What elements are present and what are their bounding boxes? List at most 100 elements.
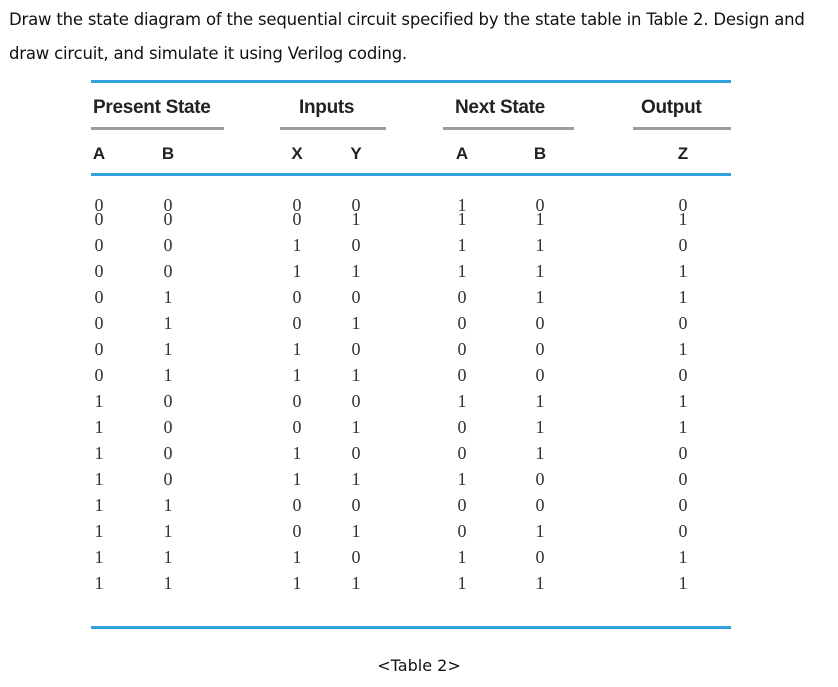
cell-present-a: 1 <box>94 443 104 463</box>
cell-present-a: 0 <box>94 287 104 307</box>
table-row: 1 1 0 1 0 1 0 <box>91 521 731 545</box>
table-row: 0 1 0 0 0 1 1 <box>91 287 731 311</box>
cell-input-x: 0 <box>292 287 302 307</box>
cell-present-a: 0 <box>94 365 104 385</box>
cell-input-y: 0 <box>351 443 361 463</box>
cell-next-b: 0 <box>535 365 545 385</box>
cell-output-z: 0 <box>678 443 688 463</box>
cell-present-b: 0 <box>163 469 173 489</box>
table-row: 1 0 0 1 0 1 1 <box>91 417 731 441</box>
cell-input-y: 1 <box>351 521 361 541</box>
cell-present-b: 0 <box>163 417 173 437</box>
cell-next-b: 0 <box>535 547 545 567</box>
cell-present-a: 1 <box>94 469 104 489</box>
cell-input-x: 0 <box>292 417 302 437</box>
cell-input-x: 0 <box>292 495 302 515</box>
cell-next-a: 1 <box>457 547 467 567</box>
cell-next-b: 0 <box>535 469 545 489</box>
cell-output-z: 0 <box>678 521 688 541</box>
cell-next-a: 1 <box>457 261 467 281</box>
group-header-output: Output <box>641 97 702 118</box>
cell-output-z: 0 <box>678 313 688 333</box>
cell-next-b: 0 <box>535 313 545 333</box>
cell-next-b: 0 <box>535 495 545 515</box>
cell-input-y: 1 <box>351 365 361 385</box>
cell-input-x: 1 <box>292 261 302 281</box>
cell-input-y: 1 <box>351 209 361 229</box>
table-row: 0 0 1 0 1 1 0 <box>91 235 731 259</box>
cell-present-b: 0 <box>163 391 173 411</box>
col-header-present-a: A <box>92 144 106 163</box>
cell-present-a: 0 <box>94 261 104 281</box>
cell-present-a: 0 <box>94 313 104 333</box>
table-row: 0 1 1 1 0 0 0 <box>91 365 731 389</box>
cell-output-z: 0 <box>678 469 688 489</box>
cell-next-a: 1 <box>457 573 467 593</box>
group-header-present-state: Present State <box>93 97 211 118</box>
cell-input-x: 0 <box>292 521 302 541</box>
cell-next-b: 0 <box>535 339 545 359</box>
cell-input-y: 1 <box>351 573 361 593</box>
table-row: 1 0 1 1 1 0 0 <box>91 469 731 493</box>
table-bottom-rule <box>91 626 731 629</box>
table-header-rule <box>91 173 731 176</box>
col-header-input-y: Y <box>350 144 362 163</box>
cell-input-x: 1 <box>292 547 302 567</box>
cell-present-b: 1 <box>163 547 173 567</box>
cell-input-x: 1 <box>292 235 302 255</box>
problem-statement: Draw the state diagram of the sequential… <box>9 3 834 71</box>
cell-present-b: 0 <box>163 443 173 463</box>
cell-input-x: 1 <box>292 365 302 385</box>
cell-present-b: 0 <box>163 261 173 281</box>
cell-output-z: 1 <box>678 417 688 437</box>
cell-input-x: 1 <box>292 469 302 489</box>
cell-next-a: 1 <box>457 209 467 229</box>
cell-input-x: 1 <box>292 573 302 593</box>
table-row: 1 0 1 0 0 1 0 <box>91 443 731 467</box>
cell-next-b: 1 <box>535 573 545 593</box>
table-row: 0 1 1 0 0 0 1 <box>91 339 731 363</box>
problem-statement-line-2: draw circuit, and simulate it using Veri… <box>9 44 408 63</box>
col-header-input-x: X <box>291 144 303 163</box>
cell-next-a: 0 <box>457 521 467 541</box>
cell-next-b: 1 <box>535 521 545 541</box>
group-header-next-state: Next State <box>455 97 545 118</box>
cell-next-b: 1 <box>535 235 545 255</box>
cell-next-a: 1 <box>457 235 467 255</box>
cell-input-y: 0 <box>351 287 361 307</box>
cell-present-a: 0 <box>94 209 104 229</box>
cell-output-z: 0 <box>678 495 688 515</box>
cell-next-b: 1 <box>535 391 545 411</box>
cell-input-y: 0 <box>351 547 361 567</box>
cell-next-a: 1 <box>457 469 467 489</box>
group-rule-inputs <box>280 127 386 130</box>
table-caption: <Table 2> <box>377 656 461 675</box>
cell-input-y: 1 <box>351 417 361 437</box>
cell-input-x: 0 <box>292 209 302 229</box>
cell-present-b: 1 <box>163 573 173 593</box>
table-row: 0 1 0 1 0 0 0 <box>91 313 731 337</box>
cell-present-b: 1 <box>163 287 173 307</box>
col-header-output-z: Z <box>677 144 689 163</box>
cell-input-x: 1 <box>292 339 302 359</box>
cell-output-z: 1 <box>678 391 688 411</box>
cell-input-y: 1 <box>351 261 361 281</box>
cell-next-a: 0 <box>457 417 467 437</box>
cell-input-x: 0 <box>292 313 302 333</box>
col-header-next-b: B <box>533 144 547 163</box>
cell-input-y: 1 <box>351 469 361 489</box>
group-rule-output <box>633 127 731 130</box>
cell-present-b: 1 <box>163 365 173 385</box>
cell-input-y: 0 <box>351 339 361 359</box>
cell-next-b: 1 <box>535 261 545 281</box>
cell-next-a: 0 <box>457 443 467 463</box>
cell-present-b: 0 <box>163 209 173 229</box>
cell-input-y: 0 <box>351 235 361 255</box>
cell-input-y: 0 <box>351 495 361 515</box>
cell-present-a: 1 <box>94 547 104 567</box>
table-row: 1 0 0 0 1 1 1 <box>91 391 731 415</box>
cell-present-a: 0 <box>94 339 104 359</box>
cell-output-z: 0 <box>678 235 688 255</box>
cell-next-a: 0 <box>457 495 467 515</box>
cell-present-b: 1 <box>163 521 173 541</box>
